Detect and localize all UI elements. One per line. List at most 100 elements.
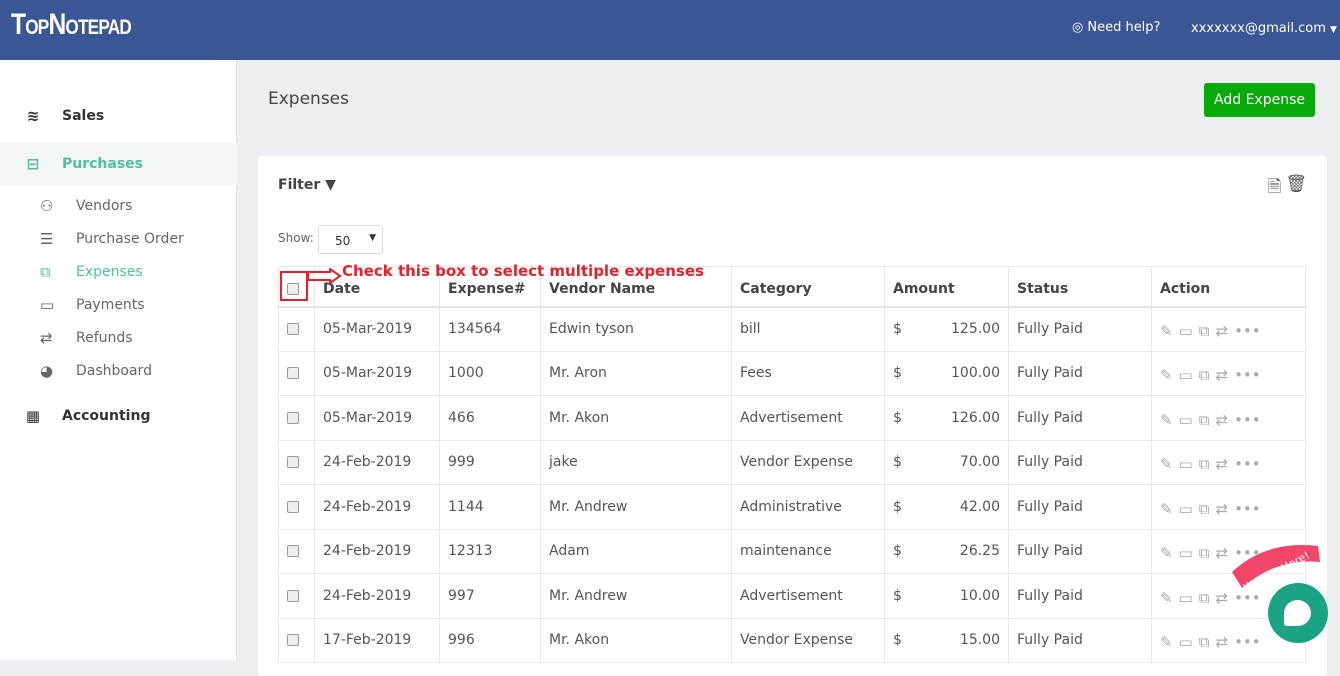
credit-card-icon[interactable]: ▭ [1179,633,1193,651]
exchange-icon[interactable]: ⇄ [1215,322,1228,340]
credit-card-icon[interactable]: ▭ [1179,411,1193,429]
more-icon[interactable]: ••• [1234,366,1261,384]
credit-card-icon[interactable]: ▭ [1179,544,1193,562]
action-cell: ✎ ▭ ⧉ ⇄ ••• [1151,484,1306,530]
credit-card-icon[interactable]: ▭ [1179,366,1193,384]
more-icon[interactable]: ••• [1234,500,1261,518]
sidebar-item-refunds[interactable]: ⇄ Refunds [40,329,133,347]
cell: Fees [731,350,885,396]
layers-icon: ≋ [26,107,40,125]
row-select-cell [278,350,315,396]
row-checkbox[interactable] [287,323,299,335]
cell: 24-Feb-2019 [314,528,440,574]
action-cell: ✎ ▭ ⧉ ⇄ ••• [1151,306,1306,352]
cell: Mr. Andrew [540,573,732,619]
sidebar-item-purchase-order[interactable]: ☰ Purchase Order [40,230,184,248]
credit-card-icon[interactable]: ▭ [1179,322,1193,340]
copy-icon[interactable]: ⧉ [1199,411,1210,429]
sidebar-item-sales[interactable]: ≋ Sales [0,95,237,137]
bar-chart-icon: ▦ [25,407,41,425]
cell: Advertisement [731,573,885,619]
edit-icon[interactable]: ✎ [1160,322,1173,340]
more-icon[interactable]: ••• [1234,411,1261,429]
sidebar-item-accounting[interactable]: ▦ Accounting [0,395,237,437]
add-expense-button[interactable]: Add Expense [1204,83,1315,117]
column-header: Amount [884,266,1009,308]
cell: 17-Feb-2019 [314,617,440,663]
cell: Vendor Expense [731,617,885,663]
row-checkbox[interactable] [287,589,299,602]
expenses-table: Date Expense# Vendor Name Category Amount Sta… [278,266,1306,663]
row-select-cell [278,573,315,619]
cell: Mr. Akon [540,617,732,663]
row-select-cell [278,484,315,530]
exchange-icon: ⇄ [40,329,53,347]
edit-icon[interactable]: ✎ [1160,544,1173,562]
user-menu[interactable]: xxxxxxx@gmail.com ▼ [1191,21,1337,36]
filter-toggle[interactable]: Filter ▼ [278,177,336,193]
amount-cell: $100.00 [884,350,1009,396]
row-checkbox[interactable] [287,411,299,424]
cell: 1000 [439,350,541,396]
edit-icon[interactable]: ✎ [1160,366,1173,384]
credit-card-icon[interactable]: ▭ [1179,500,1193,518]
sidebar-item-expenses[interactable]: ⧉ Expenses [40,263,143,281]
exchange-icon[interactable]: ⇄ [1215,366,1228,384]
more-icon[interactable]: ••• [1234,455,1261,473]
edit-icon[interactable]: ✎ [1160,633,1173,651]
sidebar: ≋ Sales ⊟ Purchases ⚇ Vendors ☰ Purchase Orde… [0,60,237,660]
page-size-select[interactable]: 50 ▼ [318,225,383,254]
cell: 24-Feb-2019 [314,484,440,530]
annotation-arrow-icon [307,268,342,284]
lifebuoy-icon: ◎ [1072,20,1084,35]
copy-icon[interactable]: ⧉ [1199,500,1210,518]
cell: 05-Mar-2019 [314,306,440,352]
top-bar: TopNotepad ◎ Need help? xxxxxxx@gmail.com… [0,0,1340,60]
row-checkbox[interactable] [287,367,299,380]
exchange-icon[interactable]: ⇄ [1215,500,1228,518]
chat-button[interactable] [1268,583,1328,643]
cell: 997 [439,573,541,619]
copy-icon[interactable]: ⧉ [1199,366,1210,384]
cell: 134564 [439,306,541,352]
copy-icon[interactable]: ⧉ [1199,544,1210,562]
logo[interactable]: TopNotepad [11,8,132,42]
list-icon: ☰ [40,230,54,248]
cell: Advertisement [731,395,885,441]
row-select-cell [278,439,315,485]
more-icon[interactable]: ••• [1234,322,1261,340]
sidebar-item-purchases[interactable]: ⊟ Purchases [0,143,237,185]
sidebar-item-vendors[interactable]: ⚇ Vendors [40,197,132,215]
page-title: Expenses [268,89,349,109]
credit-card-icon: ▭ [40,296,55,314]
sidebar-item-payments[interactable]: ▭ Payments [40,296,145,314]
cell: Mr. Akon [540,395,732,441]
exchange-icon[interactable]: ⇄ [1215,455,1228,473]
action-cell: ✎ ▭ ⧉ ⇄ ••• [1151,439,1306,485]
edit-icon[interactable]: ✎ [1160,411,1173,429]
exchange-icon[interactable]: ⇄ [1215,633,1228,651]
row-checkbox[interactable] [287,500,299,513]
row-checkbox[interactable] [287,456,299,469]
more-icon[interactable]: ••• [1234,633,1261,651]
amount-cell: $126.00 [884,395,1009,441]
excel-export-icon[interactable]: 🗎 [1268,174,1282,203]
copy-icon[interactable]: ⧉ [1199,589,1210,607]
row-checkbox[interactable] [287,634,299,647]
edit-icon[interactable]: ✎ [1160,589,1173,607]
edit-icon[interactable]: ✎ [1160,500,1173,518]
row-checkbox[interactable] [287,545,299,558]
edit-icon[interactable]: ✎ [1160,455,1173,473]
credit-card-icon[interactable]: ▭ [1179,455,1193,473]
annotation-highlight-box [280,271,308,301]
exchange-icon[interactable]: ⇄ [1215,411,1228,429]
trash-icon[interactable]: 🗑 [1285,174,1307,203]
amount-cell: $42.00 [884,484,1009,530]
copy-icon[interactable]: ⧉ [1199,455,1210,473]
credit-card-icon[interactable]: ▭ [1179,589,1193,607]
copy-icon[interactable]: ⧉ [1199,322,1210,340]
sidebar-item-dashboard[interactable]: ◕ Dashboard [40,362,152,380]
copy-icon[interactable]: ⧉ [1199,633,1210,651]
help-link[interactable]: ◎ Need help? [1072,20,1160,35]
cell: 24-Feb-2019 [314,439,440,485]
